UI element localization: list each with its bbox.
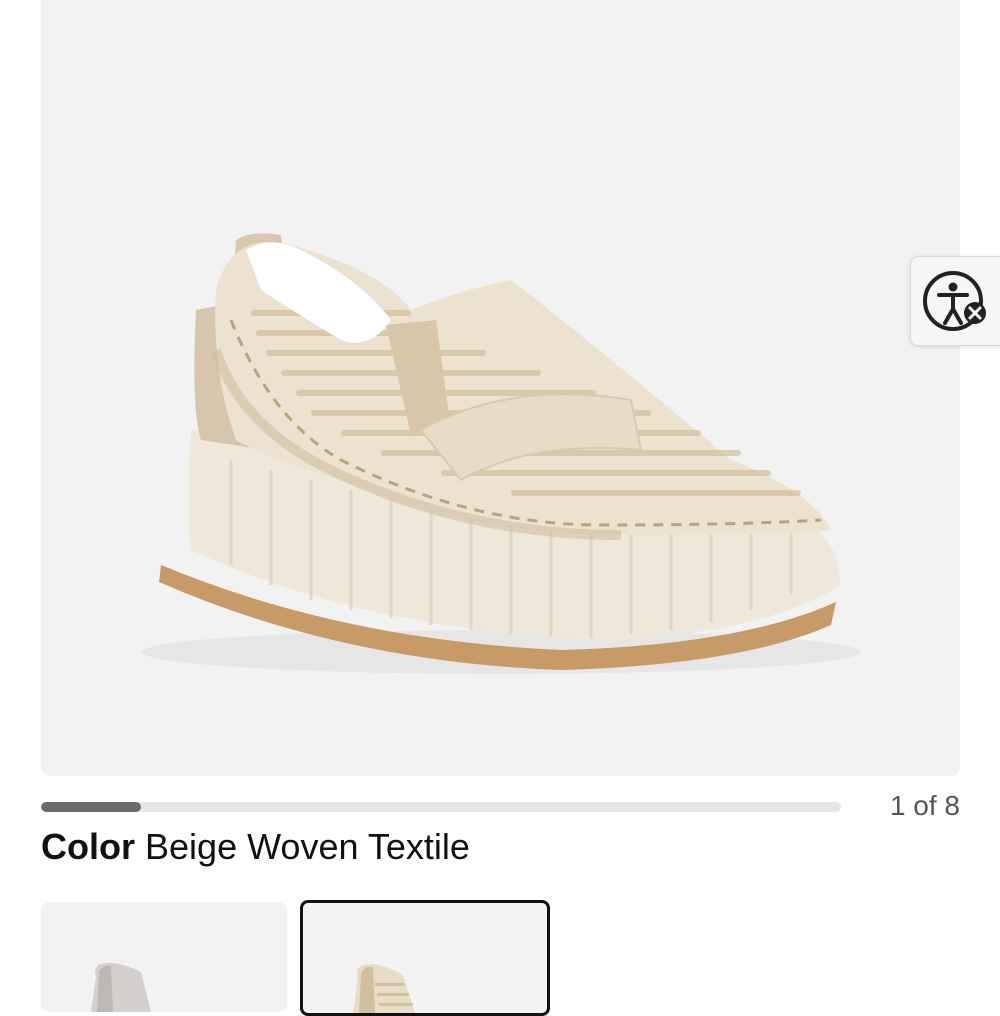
gallery-progress-fill: [41, 802, 141, 812]
shoe-illustration: [141, 233, 861, 674]
product-image[interactable]: [41, 0, 960, 776]
color-selection: Color Beige Woven Textile: [41, 826, 470, 868]
color-swatch-grey[interactable]: [41, 902, 287, 1012]
color-label: Color: [41, 826, 135, 867]
color-swatch-beige[interactable]: [300, 900, 550, 1016]
accessibility-icon: [923, 271, 986, 331]
accessibility-widget[interactable]: [910, 256, 1000, 346]
color-value: Beige Woven Textile: [145, 826, 470, 867]
shoe-thumbnail-grey: [91, 963, 151, 1012]
gallery-progress-bar: [41, 802, 841, 812]
gallery-counter: 1 of 8: [889, 790, 960, 821]
shoe-thumbnail-beige: [353, 964, 415, 1013]
